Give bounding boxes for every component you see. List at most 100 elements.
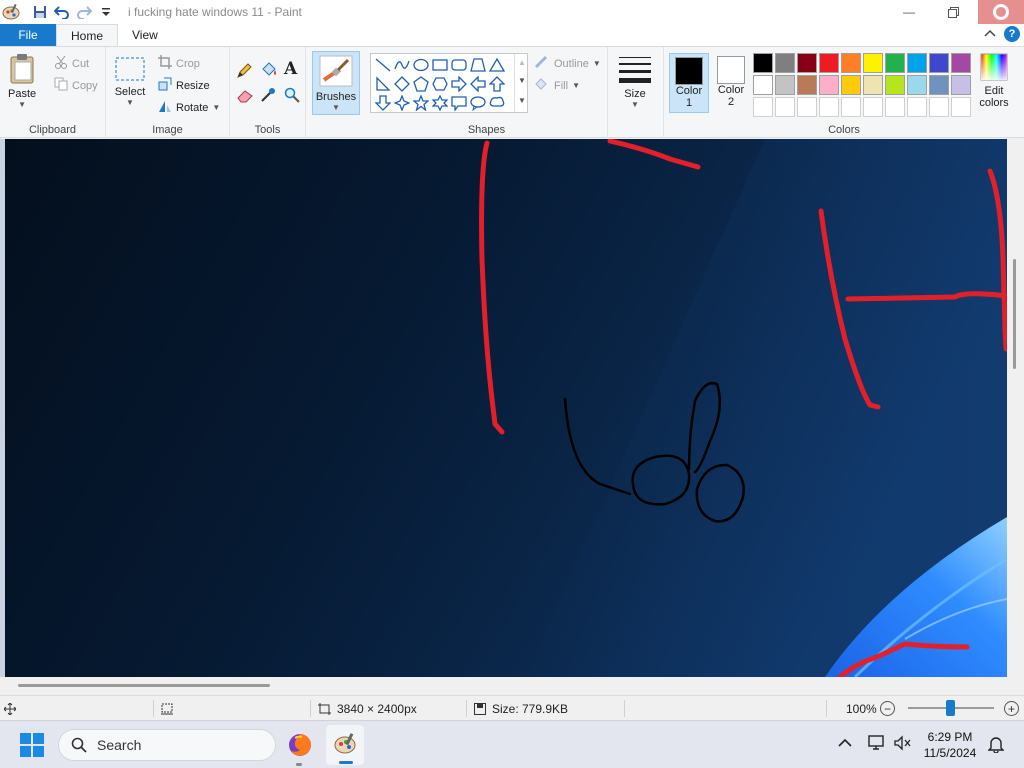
palette-color-swatch[interactable] <box>819 53 839 73</box>
eraser-icon[interactable] <box>236 89 254 106</box>
start-button[interactable] <box>20 733 44 760</box>
rounded-rectangle-shape-icon[interactable] <box>449 55 468 74</box>
resize-button[interactable]: Resize <box>158 77 210 94</box>
right-triangle-shape-icon[interactable] <box>373 74 392 93</box>
taskbar-paint-app[interactable] <box>326 725 364 765</box>
paste-button[interactable]: Paste ▼ <box>8 53 36 109</box>
color2-button[interactable]: Color 2 <box>711 53 751 113</box>
diamond-shape-icon[interactable] <box>392 74 411 93</box>
size-button[interactable]: Size ▼ <box>618 55 652 109</box>
color1-button[interactable]: Color 1 <box>669 53 709 113</box>
customize-qat-icon[interactable] <box>98 4 114 20</box>
palette-color-swatch[interactable] <box>929 75 949 95</box>
palette-color-swatch[interactable] <box>841 53 861 73</box>
palette-custom-slot[interactable] <box>775 97 795 117</box>
palette-custom-slot[interactable] <box>907 97 927 117</box>
magnifier-icon[interactable] <box>284 87 300 106</box>
palette-custom-slot[interactable] <box>753 97 773 117</box>
taskbar-search[interactable]: Search <box>58 729 276 761</box>
redo-icon[interactable] <box>76 4 92 20</box>
palette-color-swatch[interactable] <box>753 53 773 73</box>
system-clock[interactable]: 6:29 PM 11/5/2024 <box>918 729 982 761</box>
select-button[interactable]: Select ▼ <box>114 55 146 107</box>
chevron-up-icon[interactable] <box>984 27 996 41</box>
palette-color-swatch[interactable] <box>907 53 927 73</box>
minimize-button[interactable]: — <box>886 0 932 24</box>
shapes-scroll[interactable]: ▲ ▼ ▼ <box>514 54 528 112</box>
palette-color-swatch[interactable] <box>929 53 949 73</box>
polygon-shape-icon[interactable] <box>468 55 487 74</box>
oval-callout-shape-icon[interactable] <box>468 93 487 112</box>
text-tool-icon[interactable]: A <box>284 59 297 79</box>
horizontal-scrollbar[interactable] <box>0 677 1024 695</box>
help-icon[interactable]: ? <box>1004 26 1020 42</box>
palette-custom-slot[interactable] <box>951 97 971 117</box>
triangle-shape-icon[interactable] <box>487 55 506 74</box>
undo-icon[interactable] <box>54 4 70 20</box>
zoom-slider-thumb[interactable] <box>946 700 955 716</box>
zoom-in-button[interactable]: + <box>1004 696 1019 721</box>
chevron-up-icon[interactable] <box>838 737 852 751</box>
cut-button[interactable]: Cut <box>54 55 89 72</box>
drawing-canvas[interactable] <box>5 139 1007 677</box>
close-button[interactable] <box>978 0 1024 24</box>
six-point-star-shape-icon[interactable] <box>430 93 449 112</box>
right-arrow-shape-icon[interactable] <box>449 74 468 93</box>
palette-custom-slot[interactable] <box>841 97 861 117</box>
palette-color-swatch[interactable] <box>885 75 905 95</box>
color-picker-icon[interactable] <box>260 87 276 106</box>
fill-bucket-icon[interactable] <box>260 61 278 82</box>
oval-shape-icon[interactable] <box>411 55 430 74</box>
palette-color-swatch[interactable] <box>753 75 773 95</box>
palette-color-swatch[interactable] <box>951 75 971 95</box>
firefox-icon[interactable] <box>288 733 312 760</box>
copy-button[interactable]: Copy <box>54 77 98 94</box>
fill-button[interactable]: Fill ▼ <box>534 77 580 94</box>
cloud-callout-shape-icon[interactable] <box>487 93 506 112</box>
shapes-scroll-up-icon[interactable]: ▲ <box>518 58 526 67</box>
up-arrow-shape-icon[interactable] <box>487 74 506 93</box>
vertical-scroll-thumb[interactable] <box>1013 259 1016 369</box>
network-icon[interactable] <box>868 735 886 754</box>
down-arrow-shape-icon[interactable] <box>373 93 392 112</box>
tab-file[interactable]: File <box>0 24 56 46</box>
palette-color-swatch[interactable] <box>907 75 927 95</box>
shapes-expand-icon[interactable]: ▼ <box>518 96 526 105</box>
palette-color-swatch[interactable] <box>775 75 795 95</box>
palette-custom-slot[interactable] <box>819 97 839 117</box>
palette-color-swatch[interactable] <box>819 75 839 95</box>
horizontal-scroll-thumb[interactable] <box>18 684 270 687</box>
hexagon-shape-icon[interactable] <box>430 74 449 93</box>
palette-custom-slot[interactable] <box>885 97 905 117</box>
pentagon-shape-icon[interactable] <box>411 74 430 93</box>
zoom-out-button[interactable]: − <box>880 696 895 721</box>
rotate-button[interactable]: Rotate ▼ <box>158 99 220 116</box>
four-point-star-shape-icon[interactable] <box>392 93 411 112</box>
tab-home[interactable]: Home <box>56 24 119 46</box>
palette-custom-slot[interactable] <box>797 97 817 117</box>
rectangle-shape-icon[interactable] <box>430 55 449 74</box>
paint-app-icon[interactable] <box>2 3 20 21</box>
pencil-icon[interactable] <box>236 63 252 82</box>
volume-muted-icon[interactable] <box>894 735 912 754</box>
palette-color-swatch[interactable] <box>797 53 817 73</box>
notification-bell-icon[interactable] <box>987 735 1005 756</box>
curve-shape-icon[interactable] <box>392 55 411 74</box>
save-icon[interactable] <box>32 4 48 20</box>
brushes-button[interactable]: Brushes ▼ <box>312 51 360 115</box>
palette-color-swatch[interactable] <box>885 53 905 73</box>
palette-custom-slot[interactable] <box>929 97 949 117</box>
palette-color-swatch[interactable] <box>863 53 883 73</box>
line-shape-icon[interactable] <box>373 55 392 74</box>
vertical-scrollbar[interactable] <box>1007 139 1024 677</box>
tab-view[interactable]: View <box>118 24 172 46</box>
crop-button[interactable]: Crop <box>158 55 200 72</box>
palette-color-swatch[interactable] <box>775 53 795 73</box>
palette-color-swatch[interactable] <box>797 75 817 95</box>
restore-button[interactable] <box>930 0 976 24</box>
palette-color-swatch[interactable] <box>841 75 861 95</box>
outline-button[interactable]: Outline ▼ <box>534 55 601 72</box>
edit-colors-button[interactable]: Edit colors <box>976 53 1012 109</box>
palette-color-swatch[interactable] <box>863 75 883 95</box>
palette-custom-slot[interactable] <box>863 97 883 117</box>
